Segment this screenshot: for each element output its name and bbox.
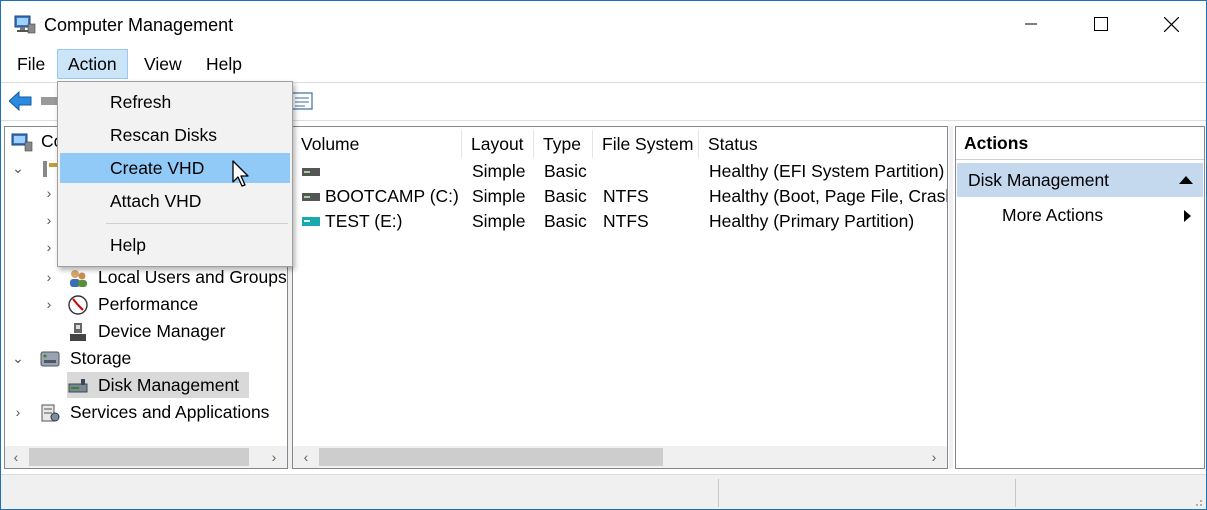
device-manager-icon [70,323,86,341]
status-bar [1,474,1206,509]
cell-type: Basic [544,161,587,181]
column-header-file-system[interactable]: File System [594,130,699,158]
menu-file[interactable]: File [7,49,55,79]
chevron-right-icon[interactable]: › [42,291,56,318]
chevron-down-icon[interactable]: ⌄ [11,155,25,182]
tree-label-local-users: Local Users and Groups [98,267,287,287]
more-actions-item[interactable]: More Actions [956,199,1204,231]
scroll-left-icon[interactable]: ‹ [295,446,317,468]
resize-grip-icon[interactable] [1191,495,1203,507]
cell-volume: TEST (E:) [325,211,403,231]
back-arrow-icon[interactable] [9,91,33,111]
list-horizontal-scrollbar[interactable]: ‹ › [293,446,947,468]
actions-section-disk-management[interactable]: Disk Management [957,163,1203,197]
chevron-right-icon[interactable]: › [42,239,56,266]
menu-item-refresh[interactable]: Refresh [60,87,290,117]
action-dropdown-menu: Refresh Rescan Disks Create VHD Attach V… [57,81,293,267]
scroll-right-icon[interactable]: › [923,446,945,468]
forward-arrow-icon[interactable] [41,95,57,107]
chevron-right-icon[interactable]: › [11,399,25,426]
title-bar: Computer Management [1,1,1206,47]
status-separator [718,479,719,507]
tree-label-device-manager: Device Manager [98,321,226,341]
window-title: Computer Management [44,15,234,35]
maximize-button[interactable] [1066,1,1136,47]
table-row[interactable]: Simple Basic Healthy (EFI System Partiti… [293,159,947,184]
menu-action[interactable]: Action [57,49,128,79]
volume-list: Volume Layout Type File System Status Si… [292,126,948,469]
cell-layout: Simple [472,211,526,231]
minimize-button[interactable] [996,1,1066,47]
column-header-layout[interactable]: Layout [463,130,534,158]
performance-icon [68,295,88,315]
actions-pane: Actions Disk Management More Actions [955,126,1205,469]
tree-item-local-users[interactable]: › Local Users and Groups [5,264,287,291]
tree-horizontal-scrollbar[interactable]: ‹ › [5,446,287,468]
scroll-thumb[interactable] [29,448,249,466]
chevron-right-icon[interactable]: › [42,185,56,212]
actions-section-label: Disk Management [968,170,1110,190]
cell-layout: Simple [472,161,526,181]
submenu-arrow-icon [1184,210,1191,222]
maximize-icon [1094,17,1108,31]
cell-status: Healthy (Primary Partition) [709,211,915,231]
menu-item-attach-vhd[interactable]: Attach VHD [60,186,290,216]
close-button[interactable] [1136,1,1206,47]
table-row[interactable]: TEST (E:) Simple Basic NTFS Healthy (Pri… [293,209,947,234]
menu-item-help[interactable]: Help [60,230,290,260]
scroll-right-icon[interactable]: › [263,446,285,468]
tree-item-storage[interactable]: ⌄ Storage [5,345,287,372]
services-icon [41,404,60,422]
tree-label-performance: Performance [98,294,199,314]
menu-item-rescan-disks[interactable]: Rescan Disks [60,120,290,150]
users-icon [70,270,87,287]
menu-separator [106,223,288,224]
scroll-thumb[interactable] [319,448,663,466]
cell-type: Basic [544,186,587,206]
cell-file-system: NTFS [603,211,649,231]
cell-layout: Simple [472,186,526,206]
pane-splitter[interactable] [949,126,953,469]
storage-icon [40,351,60,367]
drive-teal-icon [302,217,320,226]
cell-type: Basic [544,211,587,231]
drive-icon [302,193,320,201]
tree-item-device-manager[interactable]: Device Manager [5,318,287,345]
tree-label-services: Services and Applications [70,402,270,422]
menu-view[interactable]: View [134,49,192,79]
cell-status: Healthy (EFI System Partition) [709,161,945,181]
computer-management-icon [14,15,36,34]
mouse-cursor-icon [232,160,249,187]
chevron-right-icon[interactable]: › [42,212,56,239]
computer-management-window: Computer Management File Action View Hel… [0,0,1207,510]
menu-bar: File Action View Help [1,47,1206,81]
disk-icon [68,379,88,393]
tree-item-services[interactable]: › Services and Applications [5,399,287,426]
menu-help[interactable]: Help [196,49,252,79]
tree-label-disk-management: Disk Management [98,375,240,395]
computer-management-icon [11,133,33,152]
menu-item-create-vhd[interactable]: Create VHD [60,153,290,183]
tree-item-performance[interactable]: › Performance [5,291,287,318]
more-actions-label: More Actions [1002,205,1104,225]
table-row[interactable]: BOOTCAMP (C:) Simple Basic NTFS Healthy … [293,184,947,209]
tree-item-disk-management[interactable]: Disk Management [5,372,287,399]
drive-icon [302,168,320,176]
status-separator [1015,479,1016,507]
collapse-up-icon[interactable] [1179,176,1193,184]
cell-volume: BOOTCAMP (C:) [325,186,459,206]
properties-icon[interactable] [291,92,313,110]
actions-header: Actions [956,127,1204,160]
cell-file-system: NTFS [603,186,649,206]
tree-label-storage: Storage [70,348,132,368]
column-header-volume[interactable]: Volume [293,130,462,158]
cell-status: Healthy (Boot, Page File, Crash [709,186,947,206]
column-header-status[interactable]: Status [700,130,947,158]
minimize-icon [1025,23,1037,25]
chevron-right-icon[interactable]: › [42,264,56,291]
scroll-left-icon[interactable]: ‹ [5,446,27,468]
chevron-down-icon[interactable]: ⌄ [11,345,25,372]
column-header-type[interactable]: Type [535,130,593,158]
close-icon [1163,16,1179,32]
